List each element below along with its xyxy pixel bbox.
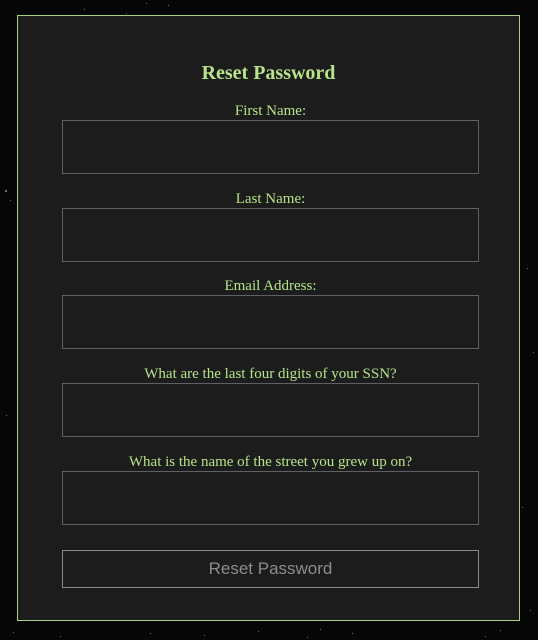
reset-password-button[interactable]: Reset Password bbox=[62, 550, 479, 588]
street-input[interactable] bbox=[62, 471, 479, 525]
last-name-field-group: Last Name: bbox=[62, 191, 479, 262]
last-name-label: Last Name: bbox=[235, 191, 306, 207]
ssn-field-group: What are the last four digits of your SS… bbox=[62, 366, 479, 437]
email-field-group: Email Address: bbox=[62, 278, 479, 349]
reset-password-panel: Reset Password First Name: Last Name: Em… bbox=[17, 15, 520, 621]
email-input[interactable] bbox=[62, 295, 479, 349]
form-title: Reset Password bbox=[201, 62, 336, 84]
first-name-input[interactable] bbox=[62, 120, 479, 174]
first-name-field-group: First Name: bbox=[62, 103, 479, 174]
last-name-input[interactable] bbox=[62, 208, 479, 262]
street-label: What is the name of the street you grew … bbox=[128, 454, 413, 470]
street-field-group: What is the name of the street you grew … bbox=[62, 454, 479, 525]
email-label: Email Address: bbox=[224, 278, 317, 294]
first-name-label: First Name: bbox=[234, 103, 307, 119]
ssn-label: What are the last four digits of your SS… bbox=[144, 366, 397, 382]
ssn-input[interactable] bbox=[62, 383, 479, 437]
